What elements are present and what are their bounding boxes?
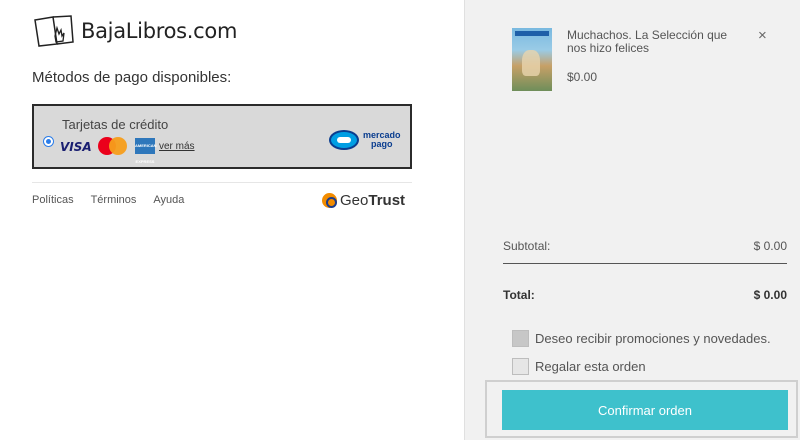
promotions-label: Deseo recibir promociones y novedades. [535, 331, 771, 346]
credit-card-label: Tarjetas de crédito [62, 117, 169, 132]
amex-logo: AMERICAN EXPRESS [135, 138, 157, 164]
book-cover-image [512, 28, 552, 91]
footer-link-policies[interactable]: Políticas [32, 194, 74, 206]
see-more-link[interactable]: ver más [159, 141, 195, 152]
geotrust-badge: Geo Trust [322, 192, 405, 209]
divider [32, 182, 412, 183]
total-value: $ 0.00 [753, 288, 787, 302]
payment-option-credit-card[interactable]: Tarjetas de crédito VISA AMERICAN EXPRES… [32, 104, 412, 169]
geotrust-icon [322, 193, 337, 208]
credit-card-radio[interactable] [43, 136, 54, 147]
logo-text: BajaLibros.com [81, 19, 238, 43]
book-hand-icon [34, 15, 74, 47]
total-row: Total: $ 0.00 [503, 288, 787, 302]
handshake-icon [329, 130, 359, 150]
mercadopago-logo: mercado pago [329, 130, 401, 150]
footer-links: Políticas Términos Ayuda [32, 194, 201, 206]
gift-checkbox-row[interactable]: Regalar esta orden [512, 358, 646, 375]
remove-item-close-icon[interactable]: × [758, 27, 767, 44]
mastercard-logo [98, 137, 128, 155]
geotrust-bold: Trust [368, 192, 406, 209]
confirm-button-focus-ring: Confirmar orden [485, 380, 798, 438]
divider [503, 263, 787, 264]
subtotal-label: Subtotal: [503, 239, 551, 253]
subtotal-row: Subtotal: $ 0.00 [503, 239, 787, 253]
mp-text-line2: pago [371, 139, 393, 149]
gift-checkbox[interactable] [512, 358, 529, 375]
total-label: Total: [503, 288, 535, 302]
site-logo[interactable]: BajaLibros.com [33, 14, 237, 48]
footer-link-help[interactable]: Ayuda [153, 194, 184, 206]
promotions-checkbox-row[interactable]: Deseo recibir promociones y novedades. [512, 330, 771, 347]
subtotal-value: $ 0.00 [753, 239, 787, 253]
geotrust-prefix: Geo [340, 192, 369, 209]
confirm-order-button[interactable]: Confirmar orden [502, 390, 788, 430]
footer-link-terms[interactable]: Términos [91, 194, 137, 206]
payment-methods-title: Métodos de pago disponibles: [32, 69, 232, 86]
cart-item-title: Muchachos. La Selección que nos hizo fel… [567, 28, 728, 55]
cart-item-price: $0.00 [567, 70, 598, 84]
order-summary-panel: Muchachos. La Selección que nos hizo fel… [464, 0, 800, 440]
gift-label: Regalar esta orden [535, 359, 646, 374]
payment-panel: BajaLibros.com Métodos de pago disponibl… [0, 0, 464, 440]
visa-logo: VISA [60, 140, 92, 154]
promotions-checkbox[interactable] [512, 330, 529, 347]
